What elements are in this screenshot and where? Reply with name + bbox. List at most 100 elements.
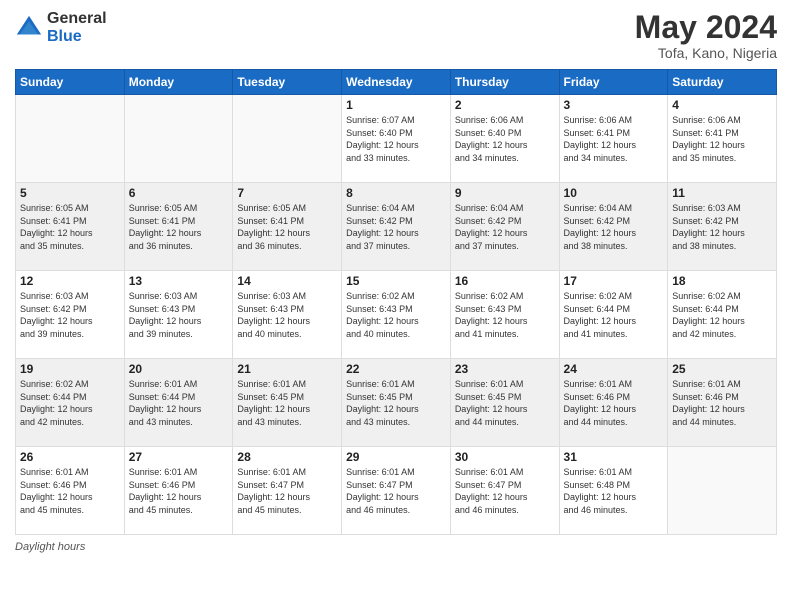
cell-text-line: and 46 minutes. (564, 504, 664, 517)
day-number: 6 (129, 186, 229, 200)
cell-text-line: Sunset: 6:41 PM (564, 127, 664, 140)
calendar-cell: 17Sunrise: 6:02 AMSunset: 6:44 PMDayligh… (559, 271, 668, 359)
cell-text-line: Daylight: 12 hours (346, 403, 446, 416)
day-number: 20 (129, 362, 229, 376)
calendar-cell: 18Sunrise: 6:02 AMSunset: 6:44 PMDayligh… (668, 271, 777, 359)
cell-text-line: Sunrise: 6:01 AM (455, 466, 555, 479)
day-number: 27 (129, 450, 229, 464)
footer: Daylight hours (15, 541, 777, 553)
cell-text-line: Sunset: 6:44 PM (129, 391, 229, 404)
calendar-cell: 4Sunrise: 6:06 AMSunset: 6:41 PMDaylight… (668, 95, 777, 183)
cell-text-line: Daylight: 12 hours (129, 315, 229, 328)
cell-text-line: and 38 minutes. (564, 240, 664, 253)
cell-text-line: and 43 minutes. (346, 416, 446, 429)
cell-text-line: Sunrise: 6:01 AM (564, 466, 664, 479)
cell-text-line: Sunrise: 6:01 AM (672, 378, 772, 391)
calendar-cell: 28Sunrise: 6:01 AMSunset: 6:47 PMDayligh… (233, 447, 342, 535)
calendar-cell: 14Sunrise: 6:03 AMSunset: 6:43 PMDayligh… (233, 271, 342, 359)
cell-text-line: Sunset: 6:44 PM (564, 303, 664, 316)
cell-text-line: Sunset: 6:48 PM (564, 479, 664, 492)
cell-text-line: Sunset: 6:47 PM (455, 479, 555, 492)
day-number: 8 (346, 186, 446, 200)
cell-text-line: Daylight: 12 hours (455, 491, 555, 504)
day-header-monday: Monday (124, 70, 233, 95)
cell-text-line: and 44 minutes. (455, 416, 555, 429)
day-header-wednesday: Wednesday (342, 70, 451, 95)
cell-text-line: Sunset: 6:45 PM (346, 391, 446, 404)
calendar-cell: 5Sunrise: 6:05 AMSunset: 6:41 PMDaylight… (16, 183, 125, 271)
cell-text-line: and 40 minutes. (237, 328, 337, 341)
cell-text-line: Sunrise: 6:03 AM (20, 290, 120, 303)
day-number: 16 (455, 274, 555, 288)
cell-text-line: Sunrise: 6:06 AM (564, 114, 664, 127)
day-number: 24 (564, 362, 664, 376)
day-number: 11 (672, 186, 772, 200)
cell-text-line: Sunrise: 6:04 AM (346, 202, 446, 215)
cell-text-line: and 45 minutes. (20, 504, 120, 517)
cell-text-line: and 46 minutes. (455, 504, 555, 517)
title-block: May 2024 Tofa, Kano, Nigeria (635, 10, 777, 61)
subtitle: Tofa, Kano, Nigeria (635, 45, 777, 61)
cell-text-line: Daylight: 12 hours (672, 139, 772, 152)
daylight-hours-label: Daylight hours (15, 541, 85, 553)
cell-text-line: Daylight: 12 hours (20, 227, 120, 240)
cell-text-line: Sunrise: 6:03 AM (237, 290, 337, 303)
calendar-cell: 2Sunrise: 6:06 AMSunset: 6:40 PMDaylight… (450, 95, 559, 183)
cell-text-line: Sunrise: 6:02 AM (564, 290, 664, 303)
calendar-cell: 22Sunrise: 6:01 AMSunset: 6:45 PMDayligh… (342, 359, 451, 447)
cell-text-line: Sunset: 6:40 PM (455, 127, 555, 140)
cell-text-line: Sunrise: 6:01 AM (564, 378, 664, 391)
cell-text-line: Sunrise: 6:02 AM (346, 290, 446, 303)
calendar-cell: 13Sunrise: 6:03 AMSunset: 6:43 PMDayligh… (124, 271, 233, 359)
day-header-saturday: Saturday (668, 70, 777, 95)
calendar-cell (16, 95, 125, 183)
calendar-cell: 16Sunrise: 6:02 AMSunset: 6:43 PMDayligh… (450, 271, 559, 359)
cell-text-line: Sunset: 6:44 PM (672, 303, 772, 316)
cell-text-line: Sunset: 6:42 PM (20, 303, 120, 316)
cell-text-line: Sunset: 6:41 PM (237, 215, 337, 228)
cell-text-line: Sunset: 6:47 PM (346, 479, 446, 492)
logo: General Blue (15, 10, 107, 45)
header: General Blue May 2024 Tofa, Kano, Nigeri… (15, 10, 777, 61)
day-number: 17 (564, 274, 664, 288)
cell-text-line: Sunrise: 6:03 AM (672, 202, 772, 215)
calendar-cell (668, 447, 777, 535)
cell-text-line: Sunset: 6:46 PM (20, 479, 120, 492)
day-header-tuesday: Tuesday (233, 70, 342, 95)
cell-text-line: Daylight: 12 hours (346, 315, 446, 328)
cell-text-line: Sunrise: 6:01 AM (237, 378, 337, 391)
cell-text-line: Sunrise: 6:01 AM (20, 466, 120, 479)
cell-text-line: Sunset: 6:43 PM (346, 303, 446, 316)
calendar-cell: 31Sunrise: 6:01 AMSunset: 6:48 PMDayligh… (559, 447, 668, 535)
cell-text-line: Sunset: 6:43 PM (237, 303, 337, 316)
cell-text-line: Daylight: 12 hours (564, 403, 664, 416)
calendar-cell: 7Sunrise: 6:05 AMSunset: 6:41 PMDaylight… (233, 183, 342, 271)
calendar-cell: 8Sunrise: 6:04 AMSunset: 6:42 PMDaylight… (342, 183, 451, 271)
week-row-2: 5Sunrise: 6:05 AMSunset: 6:41 PMDaylight… (16, 183, 777, 271)
cell-text-line: and 34 minutes. (564, 152, 664, 165)
cell-text-line: Daylight: 12 hours (672, 227, 772, 240)
cell-text-line: Sunset: 6:41 PM (20, 215, 120, 228)
day-number: 26 (20, 450, 120, 464)
cell-text-line: Sunset: 6:44 PM (20, 391, 120, 404)
cell-text-line: Sunrise: 6:02 AM (455, 290, 555, 303)
calendar-cell: 25Sunrise: 6:01 AMSunset: 6:46 PMDayligh… (668, 359, 777, 447)
cell-text-line: Sunrise: 6:06 AM (455, 114, 555, 127)
cell-text-line: Sunrise: 6:01 AM (237, 466, 337, 479)
logo-text: General Blue (47, 10, 107, 45)
day-number: 10 (564, 186, 664, 200)
day-number: 5 (20, 186, 120, 200)
calendar-cell: 26Sunrise: 6:01 AMSunset: 6:46 PMDayligh… (16, 447, 125, 535)
cell-text-line: and 44 minutes. (672, 416, 772, 429)
calendar-cell (124, 95, 233, 183)
cell-text-line: Daylight: 12 hours (564, 227, 664, 240)
cell-text-line: Sunrise: 6:06 AM (672, 114, 772, 127)
week-row-4: 19Sunrise: 6:02 AMSunset: 6:44 PMDayligh… (16, 359, 777, 447)
main-title: May 2024 (635, 10, 777, 45)
calendar-cell (233, 95, 342, 183)
cell-text-line: Sunset: 6:46 PM (129, 479, 229, 492)
cell-text-line: Daylight: 12 hours (455, 315, 555, 328)
cell-text-line: Sunset: 6:47 PM (237, 479, 337, 492)
cell-text-line: Daylight: 12 hours (129, 403, 229, 416)
cell-text-line: Daylight: 12 hours (564, 491, 664, 504)
